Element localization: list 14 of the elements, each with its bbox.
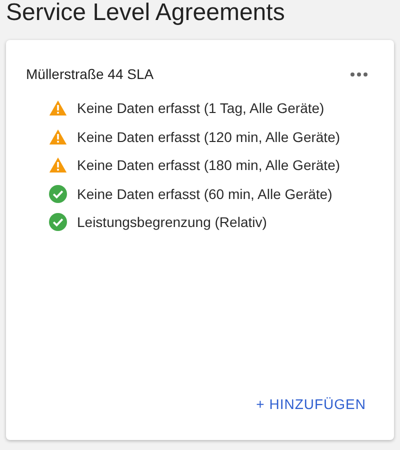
more-icon[interactable] bbox=[350, 72, 368, 76]
sla-item-label: Keine Daten erfasst (1 Tag, Alle Geräte) bbox=[77, 100, 324, 116]
check-circle-icon bbox=[49, 184, 67, 203]
sla-item-label: Keine Daten erfasst (60 min, Alle Geräte) bbox=[77, 186, 332, 202]
sla-item-label: Keine Daten erfasst (120 min, Alle Geräte) bbox=[77, 128, 340, 145]
warning-icon bbox=[49, 100, 67, 116]
warning-icon bbox=[49, 128, 67, 145]
warning-icon bbox=[49, 157, 67, 174]
sla-item-label: Keine Daten erfasst (180 min, Alle Geräte) bbox=[77, 157, 340, 174]
check-circle-icon bbox=[49, 213, 67, 232]
card-title: Müllerstraße 44 SLA bbox=[26, 66, 154, 82]
page-title: Service Level Agreements bbox=[6, 0, 286, 28]
add-button[interactable]: + HINZUFÜGEN bbox=[250, 392, 372, 416]
sla-item-label: Leistungsbegrenzung (Relativ) bbox=[77, 214, 267, 230]
